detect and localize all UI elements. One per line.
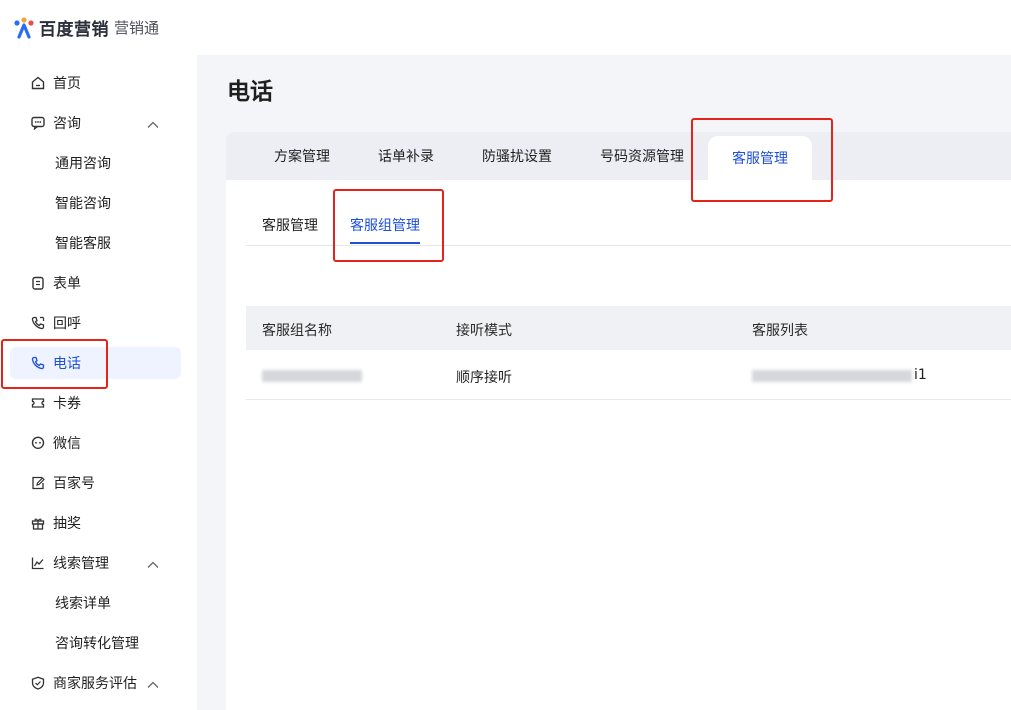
sidebar-item-label: 线索管理 [53, 556, 109, 572]
sidebar-item-phone[interactable]: 电话 [10, 347, 181, 379]
content-card: 方案管理 话单补录 防骚扰设置 号码资源管理 客服管理 客服管理 客服组管理 客… [226, 132, 1011, 710]
sidebar-item-label: 卡券 [53, 396, 81, 412]
column-header-group-name: 客服组名称 [262, 323, 332, 339]
sidebar-item-form[interactable]: 表单 [10, 267, 181, 299]
sidebar-item-label: 表单 [53, 276, 81, 292]
baidu-marketing-logo-icon [12, 16, 36, 40]
gift-icon [30, 515, 46, 531]
sidebar-item-home[interactable]: 首页 [10, 67, 181, 99]
form-icon [30, 275, 46, 291]
product-name: 营销通 [114, 19, 160, 37]
subtab-customer-service[interactable]: 客服管理 [262, 215, 318, 235]
sidebar-item-label: 微信 [53, 436, 81, 452]
sidebar-item-lead-details[interactable]: 线索详单 [10, 587, 181, 619]
sidebar-item-smart-consult[interactable]: 智能咨询 [10, 187, 181, 219]
sidebar-item-label: 抽奖 [53, 516, 81, 532]
sidebar-item-merchant-eval[interactable]: 商家服务评估 [10, 667, 181, 699]
redacted-group-name [262, 370, 362, 382]
coupon-icon [30, 395, 46, 411]
answer-mode-value: 顺序接听 [456, 370, 512, 386]
sidebar-item-label: 咨询 [53, 116, 81, 132]
tab-customer-service[interactable]: 客服管理 [708, 136, 812, 180]
top-bar: 百度营销 营销通 [0, 0, 1011, 55]
chevron-up-icon[interactable] [147, 677, 159, 693]
sidebar-item-conversion[interactable]: 咨询转化管理 [10, 627, 181, 659]
sidebar-item-label: 回呼 [53, 316, 81, 332]
sidebar-item-general-consult[interactable]: 通用咨询 [10, 147, 181, 179]
chart-icon [30, 555, 46, 571]
active-subtab-indicator [350, 242, 420, 244]
table-row[interactable]: 顺序接听 i1 [246, 350, 1011, 400]
subtab-service-group[interactable]: 客服组管理 [350, 215, 420, 235]
sidebar-item-lottery[interactable]: 抽奖 [10, 507, 181, 539]
tab-plan-management[interactable]: 方案管理 [258, 132, 346, 180]
home-icon [30, 75, 46, 91]
tab-anti-harassment[interactable]: 防骚扰设置 [466, 132, 568, 180]
sidebar-item-label: 线索详单 [55, 596, 111, 612]
sidebar-item-baijiahao[interactable]: 百家号 [10, 467, 181, 499]
sidebar-item-label: 智能咨询 [55, 196, 111, 212]
sidebar-item-label: 百家号 [53, 476, 95, 492]
wechat-icon [30, 435, 46, 451]
tab-bar: 方案管理 话单补录 防骚扰设置 号码资源管理 客服管理 [226, 132, 1011, 180]
sidebar-item-label: 电话 [53, 356, 81, 372]
sidebar: 首页 咨询 通用咨询 智能咨询 智能客服 表单 回呼 电话 卡券 微信 百家号 … [0, 55, 197, 710]
sidebar-item-callback[interactable]: 回呼 [10, 307, 181, 339]
chevron-up-icon[interactable] [147, 557, 159, 573]
edit-icon [30, 475, 46, 491]
sidebar-item-consult[interactable]: 咨询 [10, 107, 181, 139]
service-list-suffix: i1 [914, 367, 927, 383]
sidebar-item-wechat[interactable]: 微信 [10, 427, 181, 459]
sidebar-item-label: 咨询转化管理 [55, 636, 139, 652]
sidebar-item-label: 智能客服 [55, 236, 111, 252]
sidebar-item-leads[interactable]: 线索管理 [10, 547, 181, 579]
sidebar-item-label: 商家服务评估 [53, 676, 137, 692]
sidebar-item-smart-service[interactable]: 智能客服 [10, 227, 181, 259]
tab-call-record-supplement[interactable]: 话单补录 [362, 132, 450, 180]
table-header: 客服组名称 接听模式 客服列表 [246, 306, 1011, 350]
shield-icon [30, 675, 46, 691]
redacted-service-list [752, 370, 912, 382]
sidebar-item-label: 首页 [53, 76, 81, 92]
chat-bubble-icon [30, 115, 46, 131]
brand-name: 百度营销 [39, 20, 109, 40]
callback-phone-icon [30, 315, 46, 331]
column-header-answer-mode: 接听模式 [456, 323, 512, 339]
phone-icon [30, 355, 46, 371]
column-header-service-list: 客服列表 [752, 323, 808, 339]
sidebar-item-label: 通用咨询 [55, 156, 111, 172]
chevron-up-icon[interactable] [147, 117, 159, 133]
subtab-divider [246, 245, 1011, 246]
page-title: 电话 [227, 79, 273, 105]
sidebar-item-coupon[interactable]: 卡券 [10, 387, 181, 419]
tab-number-resources[interactable]: 号码资源管理 [584, 132, 700, 180]
